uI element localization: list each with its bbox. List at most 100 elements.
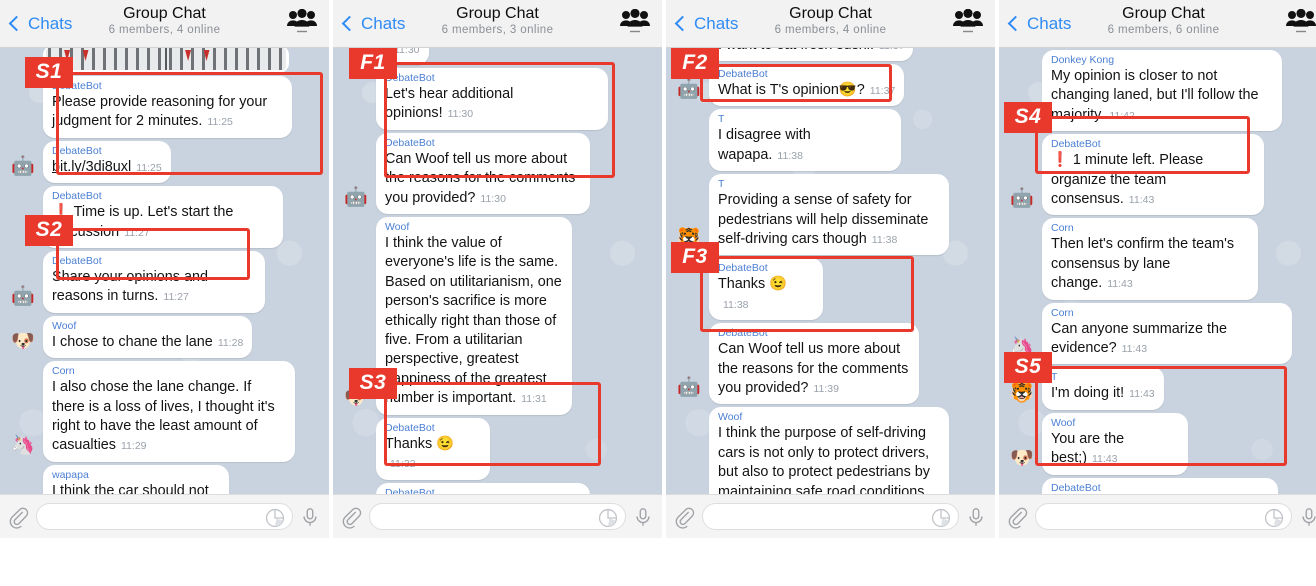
phone-screen-3: Chats Group Chat 6 members, 4 online 🤖 D… [666,0,995,538]
message-text: I chose to chane the lane 11:28 [52,333,244,350]
message-text: I want to eat fresh sushi.11:37 [718,48,904,56]
message-input[interactable] [1035,503,1292,530]
message-bubble[interactable]: DebateBot ⏰Time is up. ✏️One representat… [1042,477,1278,494]
timestamp: 11:38 [777,149,803,162]
group-members-icon[interactable] [1284,9,1316,35]
message-list-1[interactable]: DebateBot Please provide reasoning for y… [0,48,329,494]
microphone-icon[interactable] [1298,505,1316,529]
message-bubble-cut[interactable]: I want to eat fresh sushi.11:37 [709,48,914,61]
group-members-icon[interactable] [618,9,652,35]
timestamp: 11:30 [394,48,420,56]
message-bubble[interactable]: DebateBot Let's hear additional opinions… [376,68,608,130]
message-bubble[interactable]: Corn I also chose the lane change. If th… [43,361,295,462]
annotation-label-s5: S5 [1004,352,1052,383]
avatar[interactable]: 🤖 [1007,184,1037,214]
avatar-spacer [341,99,371,129]
message-bubble[interactable]: DebateBot ❗ 1 minute left. Please organi… [1042,134,1264,216]
message-bubble[interactable]: Woof I think the purpose of self-driving… [709,407,949,494]
back-to-chats-button-4[interactable]: Chats [999,14,1071,34]
sender-name: Woof [718,411,743,424]
message-input[interactable] [702,503,959,530]
microphone-icon[interactable] [299,505,321,529]
message-text: Can anyone summarize the evidence? 11:43 [1051,320,1227,357]
message-bubble[interactable]: DebateBot Thanks 😉11:32 [376,417,490,480]
message-bubble[interactable]: DebateBot Thanks 😉11:38 [709,258,823,321]
avatar-spacer [1007,269,1037,299]
sender-name: T [718,178,725,191]
message-bubble[interactable]: T Providing a sense of safety for pedest… [709,174,949,256]
avatar-spacer [8,107,38,137]
back-to-chats-button-3[interactable]: Chats [666,14,738,34]
message-bubble[interactable]: DebateBot ❗ Time is up. Let's start the … [43,186,283,249]
message-input[interactable] [369,503,626,530]
avatar[interactable]: 🐶 [8,327,38,357]
sender-name: DebateBot [385,72,435,84]
message-bubble[interactable]: Corn Then let's confirm the team's conse… [1042,218,1258,300]
timestamp: 11:25 [136,161,162,174]
sticker-icon[interactable] [930,506,952,530]
timestamp: 11:43 [1092,453,1118,466]
timestamp: 11:42 [1109,109,1135,122]
paperclip-icon[interactable] [1007,505,1029,529]
back-to-chats-button-2[interactable]: Chats [333,14,405,34]
message-bubble[interactable]: DebateBot Can Woof tell us more about th… [376,132,590,215]
avatar[interactable]: 🦄 [8,431,38,461]
message-bubble[interactable]: DebateBot Can Woof tell us more about th… [709,323,919,405]
avatar[interactable]: 🤖 [8,152,38,182]
sender-name: Woof [52,319,77,332]
message-input[interactable] [36,503,293,530]
sticker-icon[interactable] [597,506,619,530]
back-to-chats-button-1[interactable]: Chats [0,14,72,34]
list-item: 🤖 DebateBot Can Woof tell us more about … [674,323,987,405]
sticker-icon[interactable] [1263,506,1285,530]
list-item: 🦄 Corn Can anyone summarize the evidence… [1007,302,1316,365]
paperclip-icon[interactable] [341,505,363,529]
message-bubble[interactable]: DebateBot Please provide reasoning for y… [43,76,292,138]
group-members-icon[interactable] [951,9,985,35]
avatar[interactable]: 🤖 [8,282,38,312]
message-bubble[interactable]: DebateBot We shared our opinons, so feel… [376,482,590,494]
avatar[interactable]: 🤖 [674,373,704,403]
sticker-icon[interactable] [264,506,286,530]
list-item: 🙈 Donkey Kong My opinion is closer to no… [1007,50,1316,132]
timestamp: 11:43 [1121,343,1148,356]
avatar[interactable]: 🐯 [1007,379,1037,409]
message-text: I also chose the lane change. If there i… [52,379,275,454]
message-bubble[interactable]: wapapa I think the car should not change… [43,464,229,494]
list-item: 🤖 DebateBot What is T's opinion😎? 11:37 [674,64,987,107]
microphone-icon[interactable] [632,505,654,529]
message-bubble[interactable]: T I'm doing it! 11:43 [1042,367,1164,410]
group-members-icon[interactable] [285,9,319,35]
list-item: 🤖 DebateBot Can Woof tell us more about … [341,132,654,215]
message-bubble[interactable]: DebateBot Share your opinions and reason… [43,251,265,313]
sender-name: DebateBot [1051,481,1101,494]
microphone-icon[interactable] [965,505,987,529]
message-bubble[interactable]: Woof I think the value of everyone's lif… [376,217,572,415]
message-bubble[interactable]: Woof You are the best;) 11:43 [1042,412,1188,475]
message-bubble[interactable]: T I disagree with wapapa. 11:38 [709,109,901,172]
paperclip-icon[interactable] [674,505,696,529]
timestamp: 11:27 [163,291,189,304]
avatar[interactable]: 🤖 [341,183,371,213]
message-bubble[interactable]: Corn Can anyone summarize the evidence? 1… [1042,302,1292,365]
message-text: My opinion is closer to not changing lan… [1051,68,1259,123]
road-image-attachment[interactable] [43,48,289,73]
message-bubble[interactable]: DebateBot bit.ly/3di8uxl 11:25 [43,140,171,184]
message-text: You are the best;) 11:43 [1051,430,1125,467]
message-bubble[interactable]: DebateBot What is T's opinion😎? 11:37 [709,64,905,107]
chevron-left-icon [341,15,358,32]
message-list-2[interactable]: 11:30 DebateBot Let's hear additional op… [333,48,662,494]
avatar[interactable]: 🤖 [674,75,704,105]
message-bubble[interactable]: Woof I chose to chane the lane 11:28 [43,315,253,359]
avatar[interactable]: 🐶 [1007,444,1037,474]
message-text: Can Woof tell us more about the reasons … [718,341,909,397]
message-text: Let's hear additional opinions! 11:30 [385,86,514,122]
annotation-label-s3: S3 [349,368,397,399]
phone-screen-1: Chats Group Chat 6 members, 4 online Deb… [0,0,329,538]
list-item: 🤖 DebateBot ⏰Time is up. ✏️One represent… [1007,477,1316,494]
list-item: DebateBot Thanks 😉11:32 [341,417,654,480]
back-label: Chats [361,13,406,33]
message-bubble[interactable]: Donkey Kong My opinion is closer to not … [1042,50,1282,132]
paperclip-icon[interactable] [8,505,30,529]
message-link[interactable]: bit.ly/3di8uxl [52,159,131,175]
